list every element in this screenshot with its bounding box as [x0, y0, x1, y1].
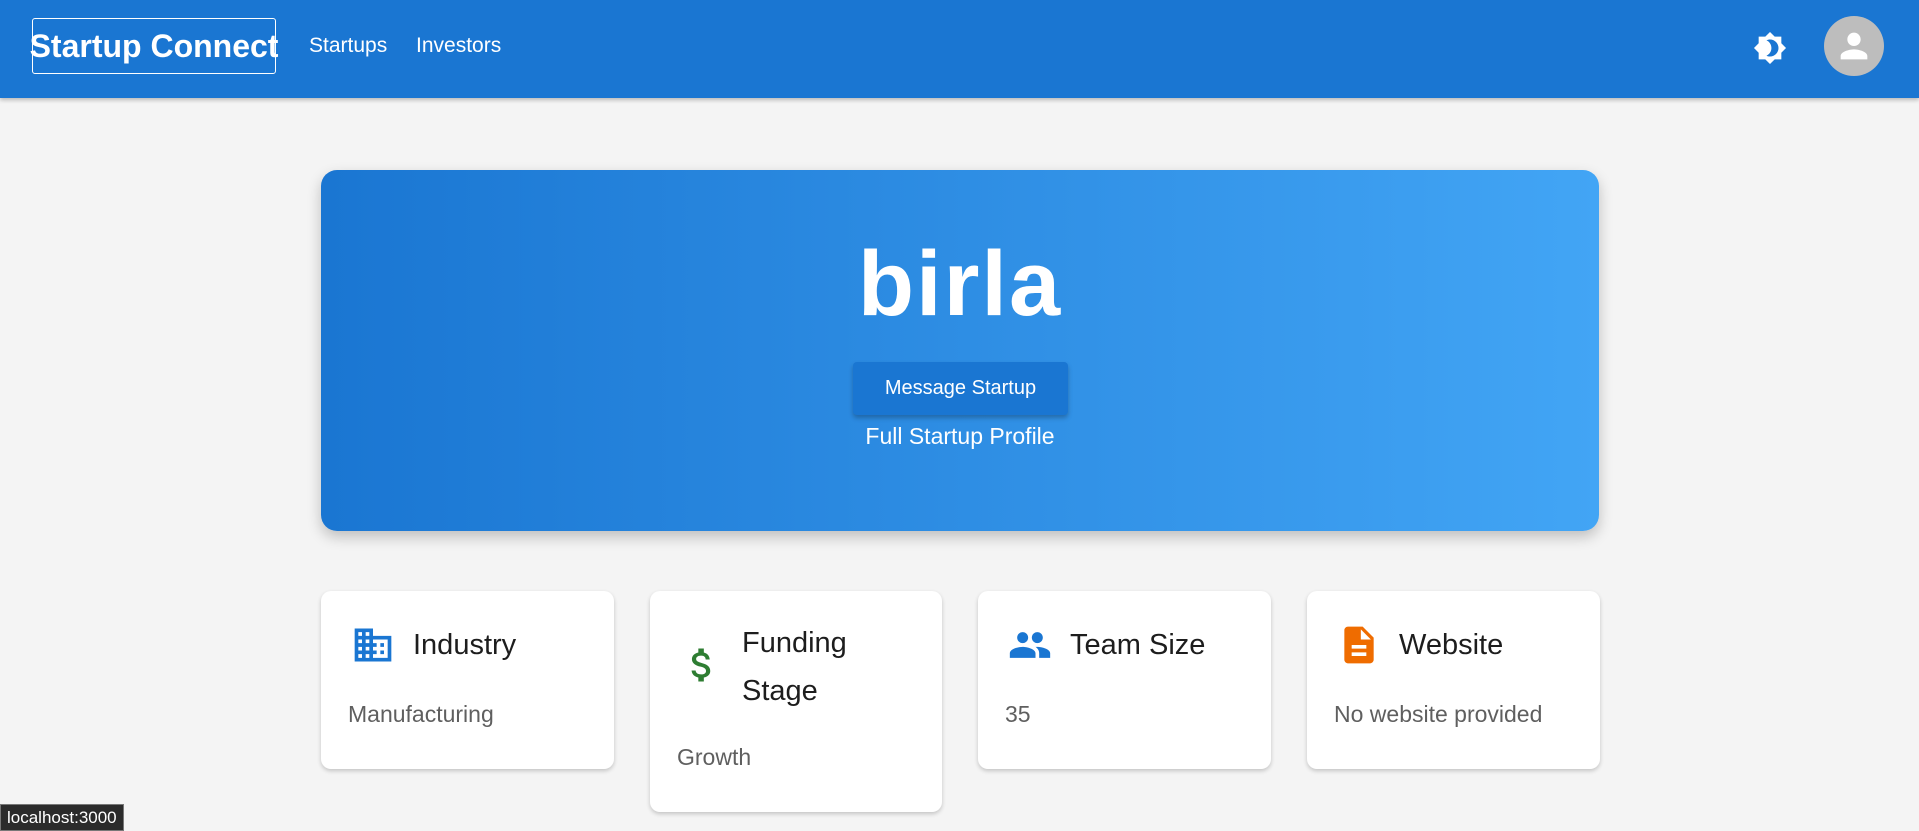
card-value-website: No website provided — [1334, 701, 1543, 727]
nav-link-startups[interactable]: Startups — [309, 34, 387, 58]
person-icon — [1840, 32, 1868, 60]
funding-stage-card: Funding Stage Growth — [650, 591, 942, 812]
card-title-website: Website — [1399, 629, 1504, 661]
startup-hero-banner: birla Message Startup Full Startup Profi… — [321, 170, 1599, 531]
team-size-card: Team Size 35 — [978, 591, 1271, 769]
startup-name-title: birla — [857, 233, 1063, 335]
dollar-icon — [691, 648, 711, 682]
website-card: Website No website provided — [1307, 591, 1600, 769]
document-icon — [1344, 626, 1374, 664]
brightness-icon — [1753, 31, 1787, 65]
industry-card: Industry Manufacturing — [321, 591, 614, 769]
nav-link-investors[interactable]: Investors — [416, 34, 501, 58]
card-title-funding-stage: Funding Stage — [742, 627, 847, 707]
people-icon — [1009, 632, 1051, 658]
avatar[interactable] — [1824, 16, 1884, 76]
message-startup-button[interactable]: Message Startup — [853, 362, 1068, 415]
card-value-industry: Manufacturing — [348, 701, 494, 727]
brand-logo-link[interactable]: Startup Connect — [30, 18, 278, 74]
card-value-team-size: 35 — [1005, 701, 1031, 727]
theme-toggle-button[interactable] — [1750, 28, 1790, 68]
building-icon — [354, 628, 392, 662]
hero-subtitle: Full Startup Profile — [865, 423, 1055, 449]
app-bar: Startup Connect Startups Investors — [0, 0, 1919, 98]
card-value-funding-stage: Growth — [677, 744, 752, 770]
card-title-industry: Industry — [413, 629, 517, 661]
status-bar-url: localhost:3000 — [0, 804, 124, 831]
card-title-team-size: Team Size — [1070, 629, 1206, 661]
